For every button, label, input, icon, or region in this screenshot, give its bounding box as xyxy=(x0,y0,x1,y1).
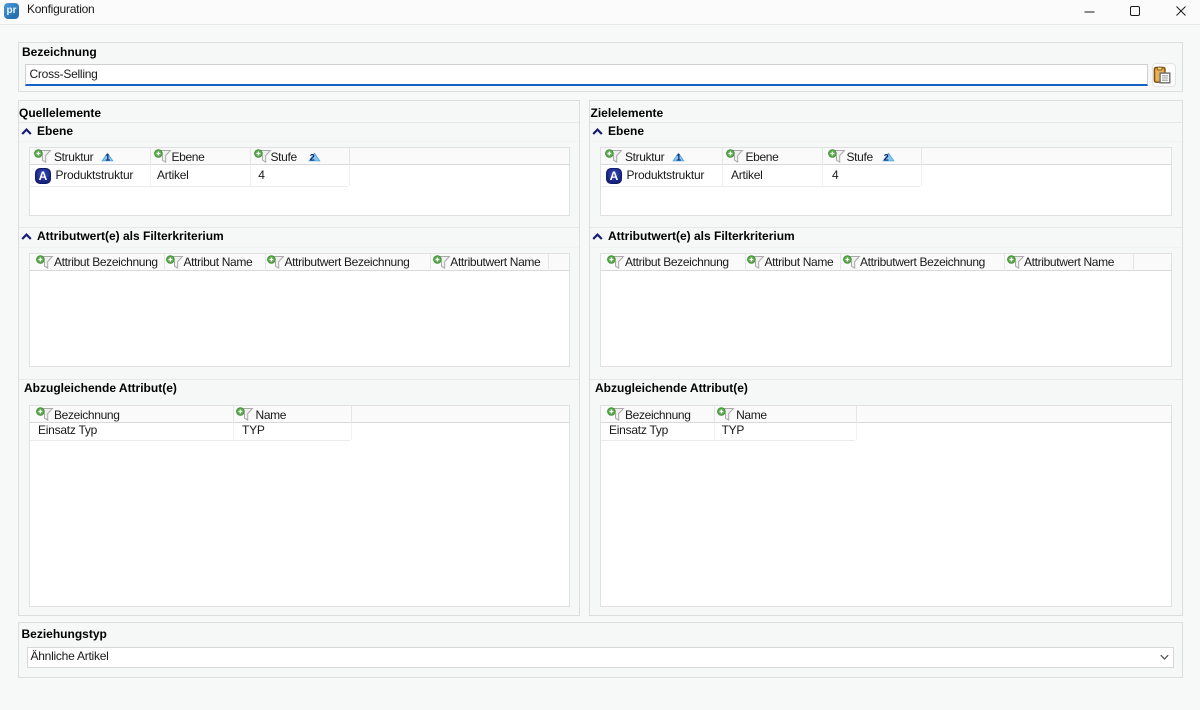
svg-text:2: 2 xyxy=(309,153,314,162)
svg-text:1: 1 xyxy=(676,153,681,162)
svg-text:1: 1 xyxy=(105,153,110,162)
svg-text:2: 2 xyxy=(883,153,888,162)
